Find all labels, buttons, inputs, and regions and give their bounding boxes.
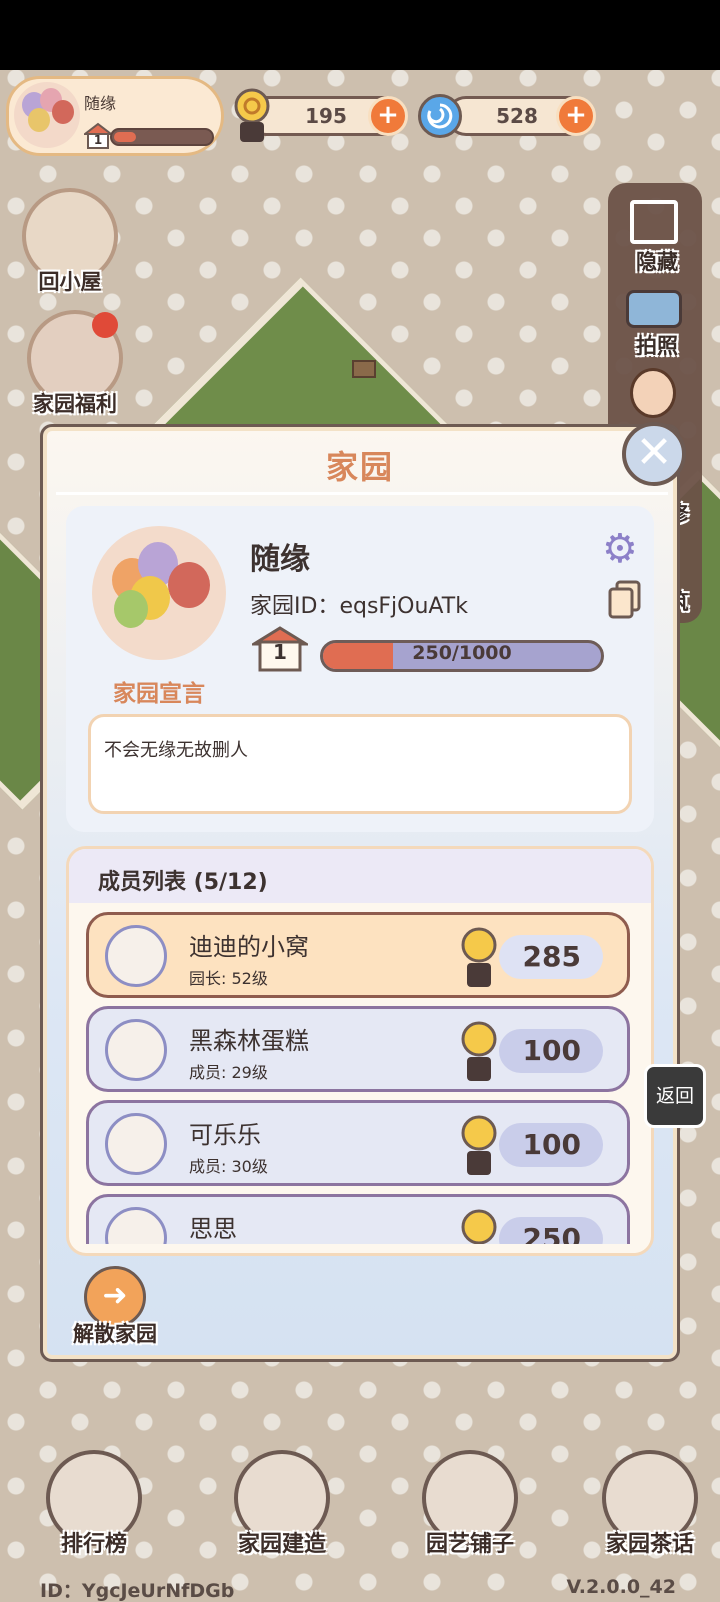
garden-id-row: 家园ID：eqsFjOuATk	[250, 588, 468, 620]
garden-name: 随缘	[250, 542, 310, 577]
hide-ui-icon[interactable]	[630, 200, 678, 244]
character-avatar-icon	[105, 1207, 167, 1244]
user-id: ID：YgcJeUrNfDGb	[40, 1580, 235, 1602]
close-dialog-button[interactable]: ✕	[622, 422, 686, 486]
snail-trophy-icon	[459, 1203, 499, 1244]
hide-ui-label[interactable]: 隐藏	[612, 246, 702, 276]
notification-dot	[92, 312, 118, 338]
garden-welfare-button[interactable]: 家园福利	[20, 310, 130, 418]
member-row[interactable]: 思思 250	[86, 1194, 630, 1244]
member-score: 100	[499, 1029, 603, 1073]
camera-icon[interactable]	[626, 290, 682, 328]
snail-coin-value: 195	[305, 104, 347, 128]
garden-welfare-label: 家园福利	[33, 392, 117, 416]
back-button[interactable]: 返回	[644, 1064, 706, 1128]
copy-icon[interactable]	[607, 580, 643, 620]
member-role: 园长: 52级	[189, 969, 268, 988]
member-row[interactable]: 黑森林蛋糕 成员: 29级 100	[86, 1006, 630, 1092]
garden-avatar[interactable]	[92, 526, 226, 660]
member-role: 成员: 29级	[189, 1063, 268, 1082]
garden-level: 1	[273, 640, 287, 664]
dialog-title: 家园	[325, 448, 394, 486]
character-icon[interactable]	[630, 368, 676, 418]
snail-trophy-icon	[459, 921, 499, 993]
member-score: 285	[499, 935, 603, 979]
player-exp-bar	[110, 128, 214, 146]
swirl-gem-icon	[418, 94, 462, 138]
balloon-avatar-icon	[14, 82, 80, 148]
member-name: 思思	[189, 1215, 237, 1243]
declaration-label: 家园宣言	[113, 681, 205, 707]
member-role: 成员: 30级	[189, 1157, 268, 1176]
dissolve-garden-button[interactable]: ➜ 解散家园	[60, 1266, 170, 1348]
garden-build-button[interactable]: 家园建造	[222, 1450, 342, 1558]
garden-exp-text: 250/1000	[412, 642, 512, 664]
snail-trophy-icon	[459, 1015, 499, 1087]
back-to-cottage-button[interactable]: 回小屋	[20, 188, 120, 296]
member-list-title: 成员列表 (5/12)	[98, 870, 268, 895]
declaration-box[interactable]	[88, 714, 632, 814]
gardening-shop-button[interactable]: 园艺铺子	[410, 1450, 530, 1558]
member-name: 可乐乐	[189, 1121, 261, 1149]
garden-build-label: 家园建造	[237, 1532, 326, 1557]
title-divider	[56, 492, 668, 495]
garden-id-label: 家园ID：	[250, 594, 340, 619]
declaration-text: 不会无缘无故删人	[104, 740, 248, 761]
garden-chat-button[interactable]: 家园茶话	[590, 1450, 710, 1558]
leaderboard-button[interactable]: 排行榜	[34, 1450, 154, 1558]
leaderboard-label: 排行榜	[60, 1532, 127, 1557]
bear-avatar-icon	[105, 1019, 167, 1081]
gear-icon[interactable]: ⚙	[602, 526, 638, 572]
member-row[interactable]: 迪迪的小窝 园长: 52级 285	[86, 912, 630, 998]
garden-chat-label: 家园茶话	[605, 1532, 694, 1557]
snail-avatar-icon	[105, 925, 167, 987]
garden-id-value: eqsFjOuATk	[339, 594, 468, 619]
close-icon: ✕	[635, 427, 673, 478]
member-name: 黑森林蛋糕	[189, 1027, 309, 1055]
snail-avatar-icon	[105, 1113, 167, 1175]
player-name: 随缘	[84, 94, 117, 113]
version-text: V.2.0.0_42	[566, 1576, 676, 1598]
add-snail-coins-button[interactable]: +	[368, 96, 408, 136]
player-level: 1	[93, 133, 103, 147]
member-score: 250	[499, 1217, 603, 1244]
gem-value: 528	[496, 104, 538, 128]
snail-trophy-icon	[459, 1109, 499, 1181]
garden-signpost	[352, 360, 376, 378]
member-score: 100	[499, 1123, 603, 1167]
back-to-cottage-label: 回小屋	[38, 270, 102, 294]
gardening-shop-label: 园艺铺子	[425, 1532, 514, 1557]
member-list[interactable]: 迪迪的小窝 园长: 52级 285 黑森林蛋糕 成员: 29级 100 可乐乐 …	[86, 912, 634, 1244]
photo-label[interactable]: 拍照	[612, 330, 702, 360]
snail-trophy-icon	[232, 84, 272, 148]
member-row[interactable]: 可乐乐 成员: 30级 100	[86, 1100, 630, 1186]
member-name: 迪迪的小窝	[189, 933, 309, 961]
add-gems-button[interactable]: +	[556, 96, 596, 136]
dissolve-garden-label: 解散家园	[73, 1322, 157, 1346]
